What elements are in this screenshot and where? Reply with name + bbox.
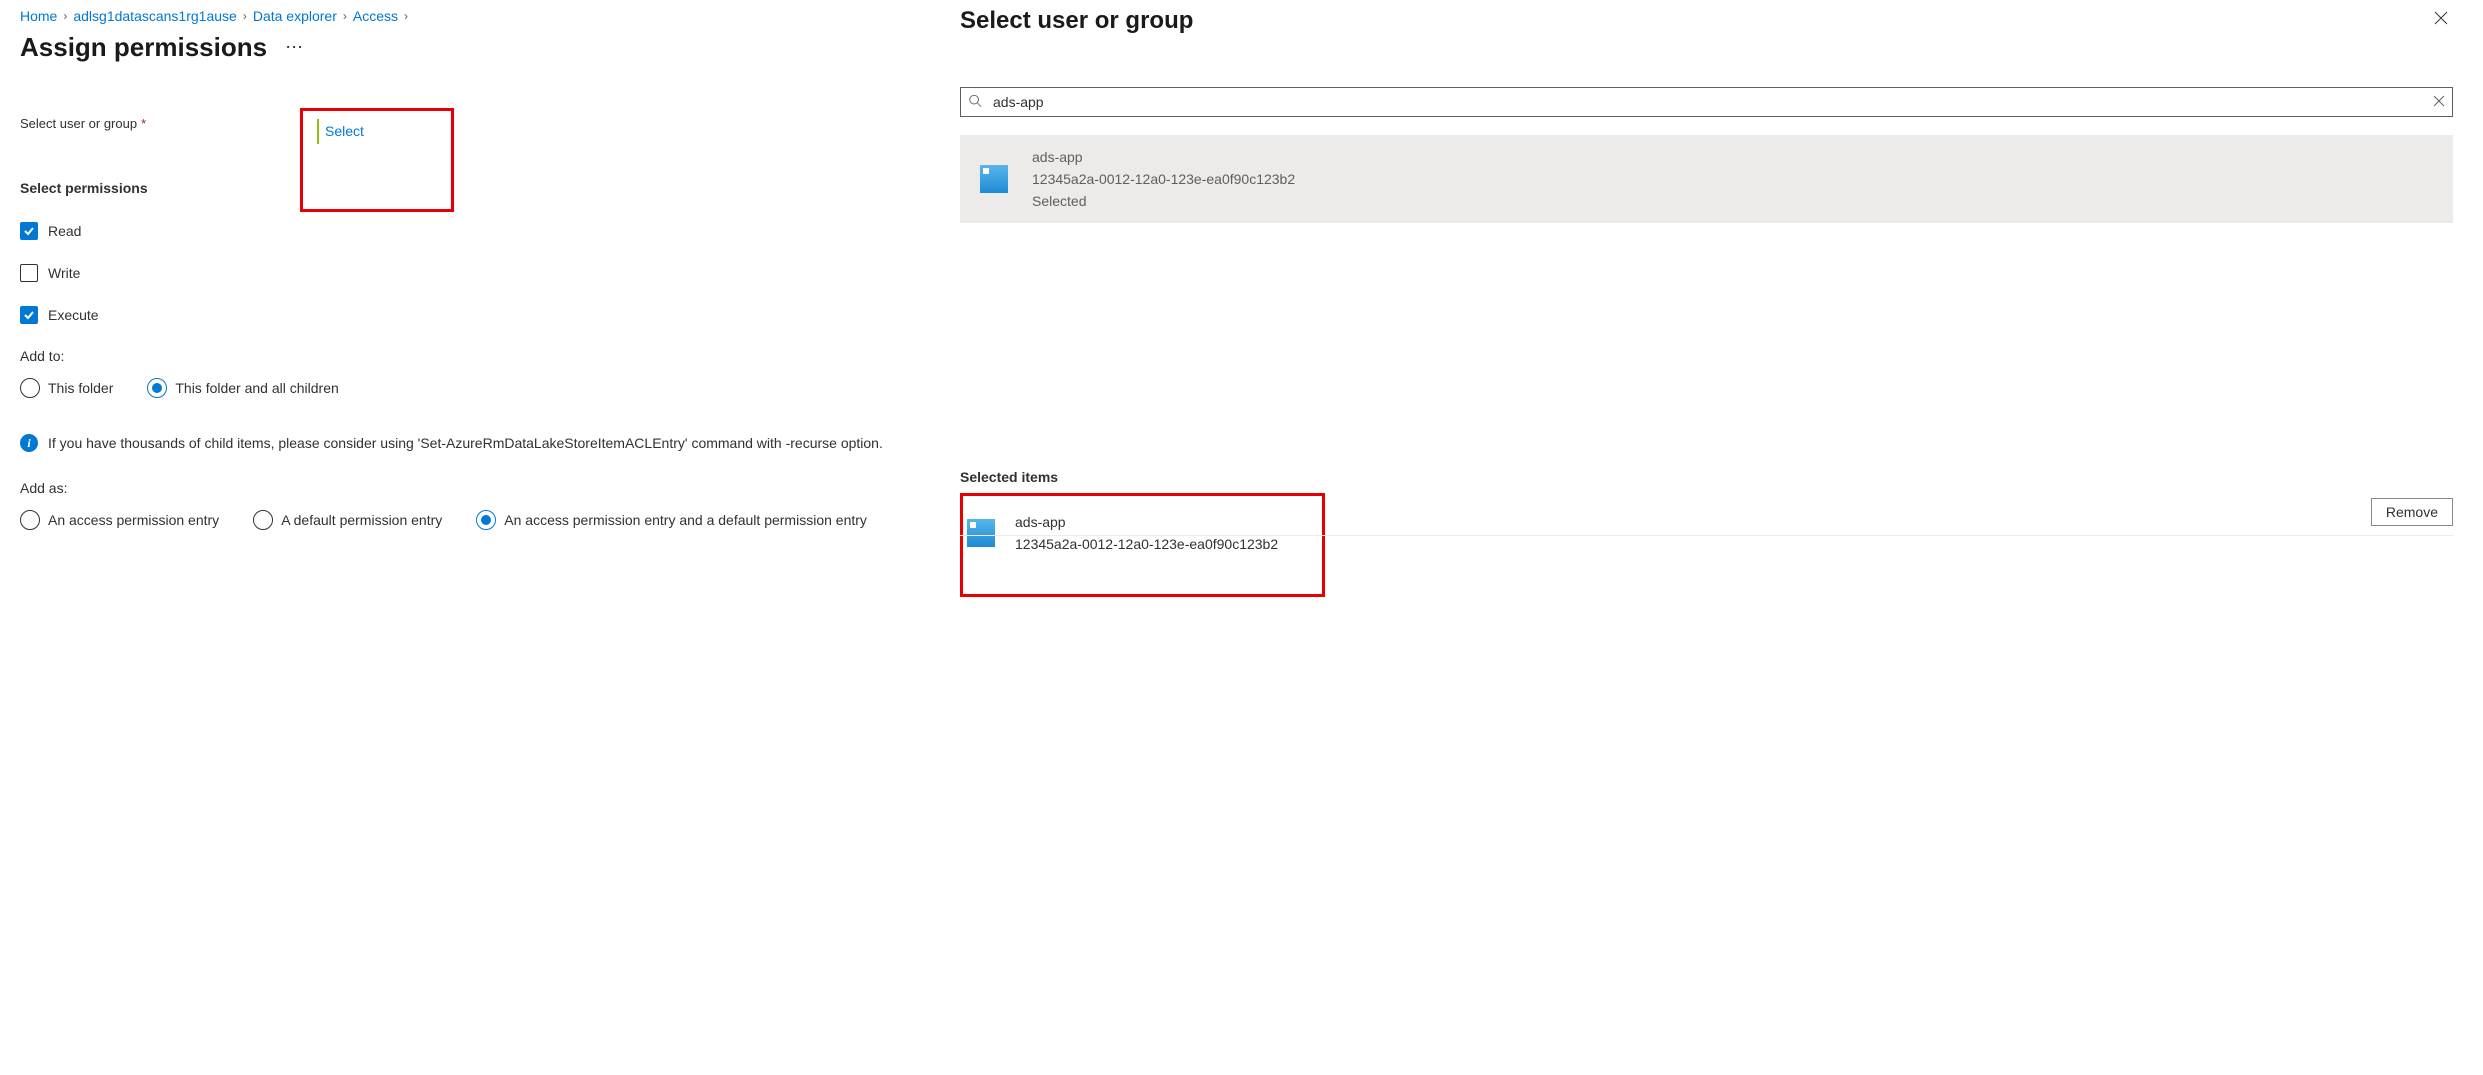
select-user-highlight: Select — [300, 108, 454, 212]
close-icon — [2433, 95, 2445, 107]
select-user-label: Select user or group* — [20, 108, 300, 131]
select-user-panel: Select user or group ads-app 12345a2a-00… — [930, 0, 2483, 1075]
app-icon — [980, 165, 1008, 193]
add-as-both-radio[interactable] — [476, 510, 496, 530]
execute-checkbox[interactable] — [20, 306, 38, 324]
write-checkbox[interactable] — [20, 264, 38, 282]
page-title: Assign permissions — [20, 32, 267, 63]
add-to-all-children-radio[interactable] — [147, 378, 167, 398]
add-as-access-label: An access permission entry — [48, 512, 219, 528]
chevron-right-icon: › — [243, 9, 247, 23]
search-icon — [968, 94, 982, 111]
select-permissions-header: Select permissions — [20, 180, 910, 196]
breadcrumb-access[interactable]: Access — [353, 8, 398, 24]
close-icon — [2433, 10, 2449, 26]
breadcrumb-resource[interactable]: adlsg1datascans1rg1ause — [73, 8, 236, 24]
result-id: 12345a2a-0012-12a0-123e-ea0f90c123b2 — [1032, 171, 1295, 187]
info-text: If you have thousands of child items, pl… — [48, 435, 883, 451]
remove-button[interactable]: Remove — [2371, 498, 2453, 526]
chevron-right-icon: › — [343, 9, 347, 23]
panel-title: Select user or group — [960, 7, 1193, 35]
clear-search-button[interactable] — [2433, 94, 2445, 110]
add-as-default-label: A default permission entry — [281, 512, 442, 528]
chevron-right-icon: › — [63, 9, 67, 23]
search-input[interactable] — [960, 87, 2453, 117]
selected-name: ads-app — [1015, 514, 1278, 530]
add-as-access-radio[interactable] — [20, 510, 40, 530]
result-status: Selected — [1032, 193, 1295, 209]
more-actions-button[interactable]: ⋯ — [285, 37, 304, 58]
add-as-default-radio[interactable] — [253, 510, 273, 530]
selected-id: 12345a2a-0012-12a0-123e-ea0f90c123b2 — [1015, 536, 1278, 552]
add-to-all-children-label: This folder and all children — [175, 380, 338, 396]
breadcrumb: Home › adlsg1datascans1rg1ause › Data ex… — [20, 8, 910, 24]
write-label: Write — [48, 265, 80, 281]
info-icon: i — [20, 434, 38, 452]
selected-item: ads-app 12345a2a-0012-12a0-123e-ea0f90c1… — [967, 508, 1304, 564]
selected-items-header: Selected items — [960, 469, 2453, 485]
breadcrumb-data-explorer[interactable]: Data explorer — [253, 8, 337, 24]
chevron-right-icon: › — [404, 9, 408, 23]
assign-permissions-panel: Home › adlsg1datascans1rg1ause › Data ex… — [0, 0, 930, 1075]
read-checkbox[interactable] — [20, 222, 38, 240]
search-result-item[interactable]: ads-app 12345a2a-0012-12a0-123e-ea0f90c1… — [960, 135, 2453, 223]
add-as-label: Add as: — [20, 480, 910, 496]
select-user-link[interactable]: Select — [325, 123, 364, 139]
breadcrumb-home[interactable]: Home — [20, 8, 57, 24]
divider — [960, 535, 2453, 536]
close-panel-button[interactable] — [2429, 6, 2453, 35]
selected-item-highlight: ads-app 12345a2a-0012-12a0-123e-ea0f90c1… — [960, 493, 1325, 597]
add-to-this-folder-label: This folder — [48, 380, 113, 396]
app-icon — [967, 519, 995, 547]
read-label: Read — [48, 223, 81, 239]
add-to-label: Add to: — [20, 348, 910, 364]
add-to-this-folder-radio[interactable] — [20, 378, 40, 398]
add-as-both-label: An access permission entry and a default… — [504, 512, 867, 528]
result-name: ads-app — [1032, 149, 1295, 165]
execute-label: Execute — [48, 307, 99, 323]
